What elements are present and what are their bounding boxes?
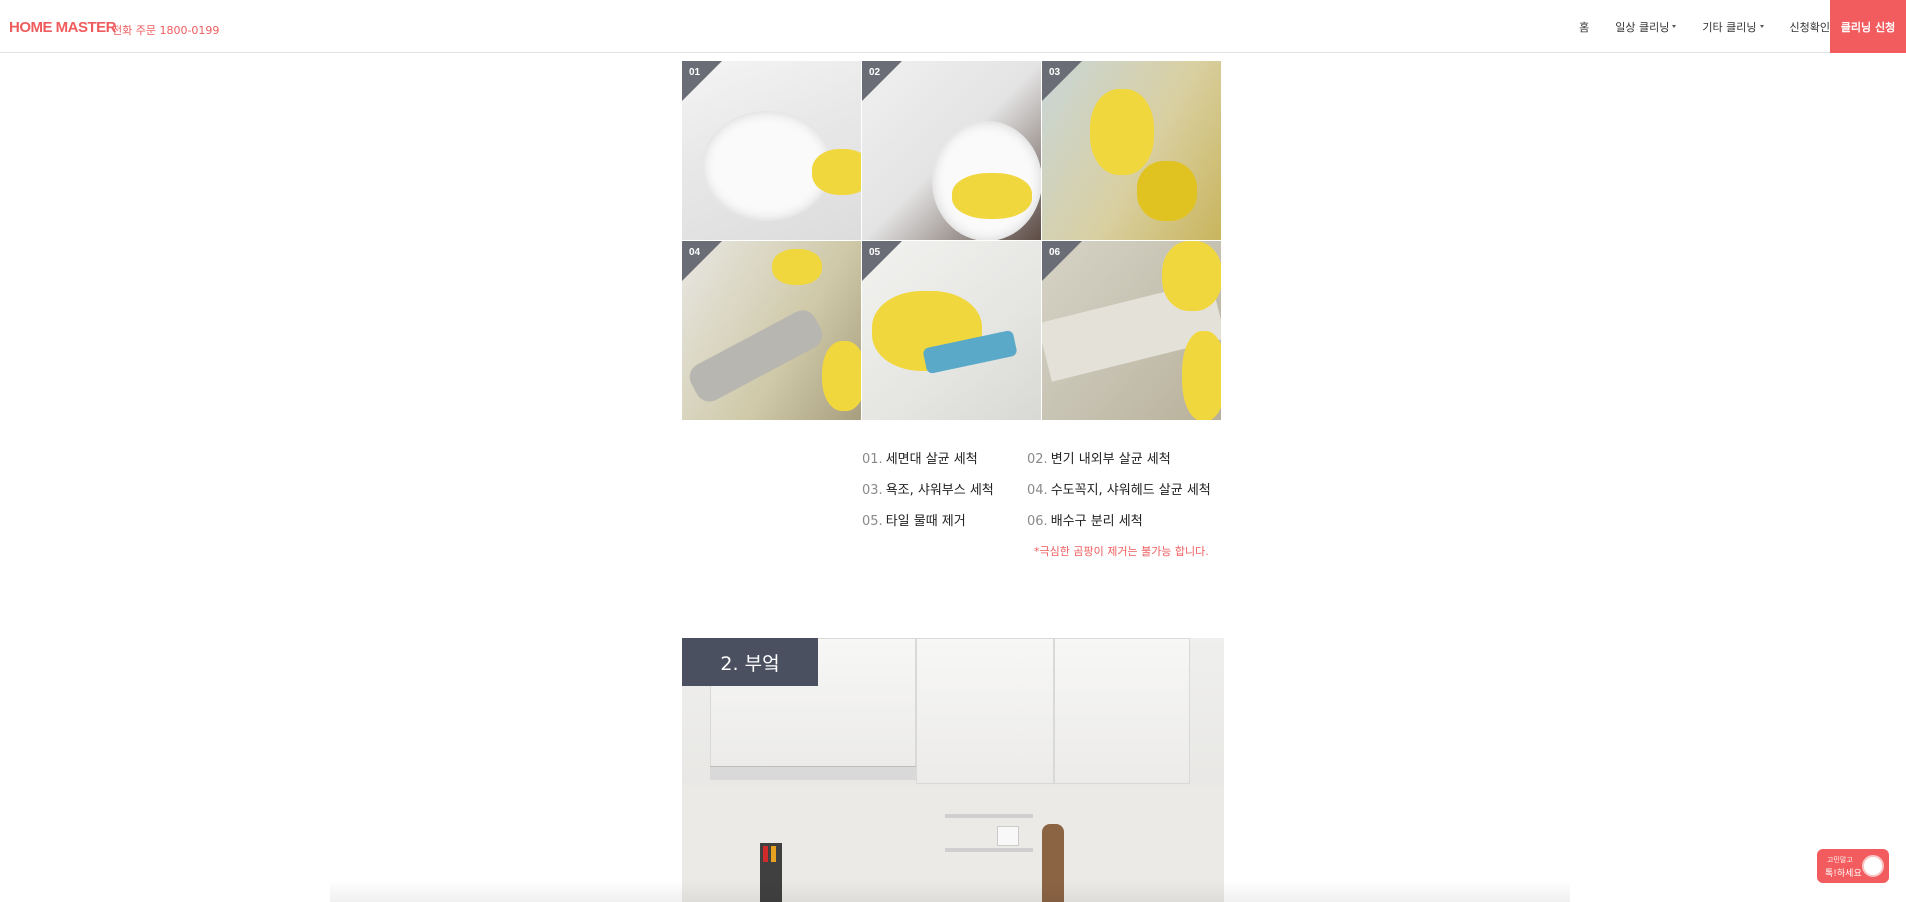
glove-shape bbox=[1182, 331, 1221, 420]
photo-drain-cleaning: 06 bbox=[1042, 241, 1221, 420]
wall-shelf bbox=[945, 814, 1033, 818]
list-item: 04. 수도꼭지, 샤워헤드 살균 세척 bbox=[1027, 479, 1211, 498]
step-text: 타일 물때 제거 bbox=[885, 514, 966, 529]
nav-item-other-cleaning[interactable]: 기타 클리닝 bbox=[1702, 19, 1764, 35]
step-no: 06. bbox=[1027, 514, 1048, 529]
caret-down-icon bbox=[1759, 25, 1764, 28]
wall-shelf bbox=[945, 848, 1033, 852]
step-number: 04 bbox=[689, 247, 701, 258]
nav-item-label: 신청확인 bbox=[1789, 20, 1830, 34]
nav-item-label: 일상 클리닝 bbox=[1615, 20, 1670, 34]
mug bbox=[997, 826, 1019, 846]
glove-shape bbox=[822, 341, 861, 411]
list-item: 06. 배수구 분리 세척 bbox=[1027, 510, 1143, 529]
main-nav: 홈 일상 클리닝 기타 클리닝 신청확인 bbox=[1553, 0, 1830, 53]
upper-cabinet bbox=[916, 638, 1054, 784]
step-no: 04. bbox=[1027, 483, 1048, 498]
glove-shape bbox=[772, 249, 822, 285]
step-badge bbox=[862, 241, 902, 281]
step-text: 욕조, 샤워부스 세척 bbox=[885, 483, 994, 498]
glove-shape bbox=[1137, 161, 1197, 221]
range-hood bbox=[710, 766, 916, 780]
step-badge bbox=[1042, 241, 1082, 281]
step-badge bbox=[862, 61, 902, 101]
step-number: 05 bbox=[869, 247, 881, 258]
nav-item-label: 홈 bbox=[1579, 20, 1590, 34]
knife-handle bbox=[771, 846, 776, 862]
chat-widget-button[interactable]: 고민말고 톡!하세요 bbox=[1817, 849, 1889, 883]
step-no: 05. bbox=[862, 514, 883, 529]
photo-sink-cleaning: 01 bbox=[682, 61, 861, 240]
apply-cleaning-button[interactable]: 클리닝 신청 bbox=[1830, 0, 1906, 53]
glove-shape bbox=[1090, 89, 1154, 175]
list-item: 05. 타일 물때 제거 bbox=[862, 510, 966, 529]
step-badge bbox=[682, 241, 722, 281]
nav-item-label: 기타 클리닝 bbox=[1702, 20, 1757, 34]
glove-shape bbox=[812, 149, 861, 195]
bottom-shadow bbox=[330, 880, 1570, 902]
step-number: 01 bbox=[689, 67, 701, 78]
glove-shape bbox=[1162, 241, 1221, 311]
section-title-kitchen: 2. 부엌 bbox=[682, 638, 818, 686]
step-number: 02 bbox=[869, 67, 881, 78]
step-badge bbox=[682, 61, 722, 101]
bathroom-photo-grid: 01 02 03 04 05 06 bbox=[682, 61, 1221, 421]
step-number: 03 bbox=[1049, 67, 1061, 78]
nav-item-check-request[interactable]: 신청확인 bbox=[1790, 19, 1830, 35]
list-item: 03. 욕조, 샤워부스 세척 bbox=[862, 479, 994, 498]
site-header: HOME MASTER 전화 주문 1800-0199 홈 일상 클리닝 기타 … bbox=[0, 0, 1906, 53]
chat-line-1: 고민말고 bbox=[1827, 856, 1853, 864]
photo-toilet-cleaning: 02 bbox=[862, 61, 1041, 240]
nav-item-home[interactable]: 홈 bbox=[1579, 19, 1589, 35]
knife-handle bbox=[763, 846, 768, 862]
caret-down-icon bbox=[1672, 25, 1677, 28]
step-text: 변기 내외부 살균 세척 bbox=[1050, 452, 1171, 467]
upper-cabinet bbox=[1054, 638, 1190, 784]
list-item: 01. 세면대 살균 세척 bbox=[862, 448, 978, 467]
glove-shape bbox=[952, 173, 1032, 219]
chat-line-2: 톡!하세요 bbox=[1825, 869, 1862, 879]
kitchen-section-image: 2. 부엌 bbox=[682, 638, 1224, 902]
phone-order-text[interactable]: 전화 주문 1800-0199 bbox=[112, 22, 219, 38]
step-number: 06 bbox=[1049, 247, 1061, 258]
photo-tile-scale-removal: 05 bbox=[862, 241, 1041, 420]
brand-logo[interactable]: HOME MASTER bbox=[9, 19, 117, 36]
step-text: 배수구 분리 세척 bbox=[1050, 514, 1143, 529]
photo-faucet-cleaning: 04 bbox=[682, 241, 861, 420]
step-no: 01. bbox=[862, 452, 883, 467]
step-text: 수도꼭지, 샤워헤드 살균 세척 bbox=[1050, 483, 1211, 498]
nav-item-daily-cleaning[interactable]: 일상 클리닝 bbox=[1615, 19, 1677, 35]
step-no: 03. bbox=[862, 483, 883, 498]
step-text: 세면대 살균 세척 bbox=[885, 452, 978, 467]
photo-shower-booth-cleaning: 03 bbox=[1042, 61, 1221, 240]
mold-warning-note: *극심한 곰팡이 제거는 불가능 합니다. bbox=[1034, 545, 1209, 558]
step-no: 02. bbox=[1027, 452, 1048, 467]
list-item: 02. 변기 내외부 살균 세척 bbox=[1027, 448, 1171, 467]
faucet-shape bbox=[684, 305, 828, 407]
chat-avatar-icon bbox=[1862, 855, 1884, 877]
step-badge bbox=[1042, 61, 1082, 101]
